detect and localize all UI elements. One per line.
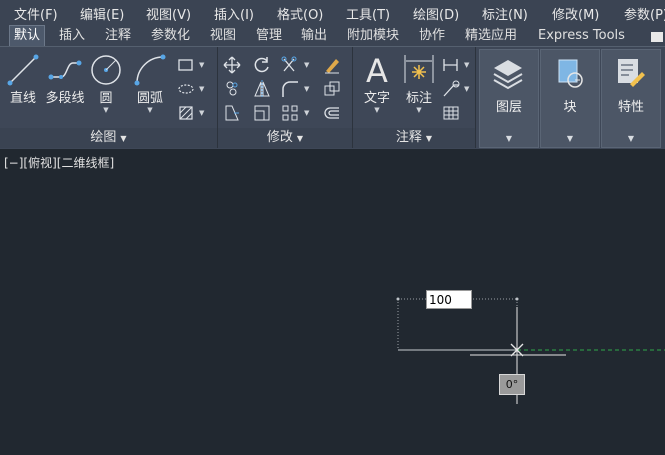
dimension-label: 标注	[405, 91, 432, 106]
rotate-icon[interactable]	[252, 55, 272, 75]
dimension-tick-right	[515, 297, 519, 301]
dynamic-input-angle-readout: 0°	[499, 374, 525, 395]
table-icon[interactable]	[441, 103, 461, 123]
properties-icon	[618, 59, 645, 87]
block-label: 块	[563, 100, 577, 115]
erase-icon[interactable]	[322, 55, 342, 75]
dimension-button[interactable]: 标注 ▼	[399, 51, 439, 114]
gradient-dropdown-icon[interactable]: ▼	[199, 109, 204, 117]
fillet-icon[interactable]	[280, 79, 300, 99]
draw-panel-title[interactable]: 绘图 ▼	[0, 128, 217, 148]
mirror-icon[interactable]	[252, 79, 272, 99]
block-icon	[558, 59, 583, 88]
text-icon: A	[366, 52, 388, 87]
copy-icon[interactable]	[222, 79, 242, 99]
properties-label: 特性	[617, 100, 644, 115]
stretch-icon[interactable]	[222, 103, 242, 123]
annotation-panel-title-text: 注释	[395, 130, 422, 145]
line-button[interactable]: 直线	[6, 51, 40, 106]
menu-parametric[interactable]: 参数(P)	[624, 4, 665, 23]
drawing-graphics	[396, 297, 665, 404]
trim-icon[interactable]	[280, 55, 300, 75]
rectangle-dropdown-icon[interactable]: ▼	[199, 61, 204, 69]
fillet-dropdown-icon[interactable]: ▼	[304, 85, 309, 93]
layers-dropdown-icon[interactable]: ▼	[480, 134, 538, 143]
tab-annotate[interactable]: 注释	[101, 26, 135, 46]
array-icon[interactable]	[280, 103, 300, 123]
menu-dimension[interactable]: 标注(N)	[482, 4, 528, 23]
menu-bar: 文件(F) 编辑(E) 视图(V) 插入(I) 格式(O) 工具(T) 绘图(D…	[0, 0, 665, 24]
polyline-label: 多段线	[45, 91, 85, 106]
block-dropdown-icon[interactable]: ▼	[541, 134, 599, 143]
tab-insert[interactable]: 插入	[55, 26, 89, 46]
layers-label: 图层	[495, 100, 522, 115]
gradient-icon[interactable]	[176, 103, 196, 123]
svg-text:A: A	[366, 52, 388, 87]
menu-modify[interactable]: 修改(M)	[552, 4, 599, 23]
leader-icon[interactable]	[441, 79, 461, 99]
text-label: 文字	[363, 91, 390, 106]
modify-panel: ▼ ▼ ▼ 修改 ▼	[218, 47, 353, 148]
text-button[interactable]: A 文字 ▼	[357, 51, 397, 114]
circle-button[interactable]: 圆 ▼	[89, 51, 123, 114]
circle-icon	[91, 55, 121, 85]
tab-express-tools[interactable]: Express Tools	[534, 26, 629, 46]
polyline-button[interactable]: 多段线	[42, 51, 88, 106]
linear-dimension-icon[interactable]	[441, 55, 461, 75]
ribbon-minimize-icon[interactable]	[651, 32, 663, 42]
menu-draw[interactable]: 绘图(D)	[413, 4, 459, 23]
dimension-tick-left	[396, 297, 400, 301]
menu-insert[interactable]: 插入(I)	[214, 4, 254, 23]
leader-dropdown-icon[interactable]: ▼	[464, 85, 469, 93]
arc-icon	[134, 54, 166, 86]
arc-label: 圆弧	[136, 91, 163, 106]
offset-icon[interactable]	[322, 103, 342, 123]
properties-button[interactable]: 特性 ▼	[601, 49, 661, 148]
explode-icon[interactable]	[322, 79, 342, 99]
menu-edit[interactable]: 编辑(E)	[80, 4, 124, 23]
tab-parametric[interactable]: 参数化	[147, 26, 194, 46]
menu-tools[interactable]: 工具(T)	[346, 4, 390, 23]
hatch-icon[interactable]	[176, 79, 196, 99]
linear-dimension-dropdown-icon[interactable]: ▼	[464, 61, 469, 69]
annotation-panel-title[interactable]: 注释 ▼	[353, 128, 475, 148]
draw-panel: 直线 多段线 圆 ▼ 圆弧 ▼ ▼ ▼ ▼ 绘图 ▼	[0, 47, 218, 148]
tab-view[interactable]: 视图	[206, 26, 240, 46]
trim-dropdown-icon[interactable]: ▼	[304, 61, 309, 69]
circle-label: 圆	[99, 91, 113, 106]
menu-format[interactable]: 格式(O)	[277, 4, 323, 23]
layers-button[interactable]: 图层 ▼	[479, 49, 539, 148]
draw-panel-title-text: 绘图	[90, 130, 117, 145]
scale-icon[interactable]	[252, 103, 272, 123]
layers-icon	[493, 60, 523, 90]
modify-panel-title-text: 修改	[266, 130, 293, 145]
ribbon-tab-bar: 默认 插入 注释 参数化 视图 管理 输出 附加模块 协作 精选应用 Expre…	[0, 24, 665, 46]
array-dropdown-icon[interactable]: ▼	[304, 109, 309, 117]
arc-button[interactable]: 圆弧 ▼	[132, 51, 168, 114]
move-icon[interactable]	[222, 55, 242, 75]
tab-collaborate[interactable]: 协作	[415, 26, 449, 46]
tab-manage[interactable]: 管理	[252, 26, 286, 46]
drawing-canvas[interactable]: [−][俯视][二维线框] 100 0°	[0, 149, 665, 455]
line-label: 直线	[9, 91, 36, 106]
dynamic-input-length-field[interactable]: 100	[426, 290, 472, 309]
tab-featured-apps[interactable]: 精选应用	[461, 26, 521, 46]
hatch-dropdown-icon[interactable]: ▼	[199, 85, 204, 93]
block-button[interactable]: 块 ▼	[540, 49, 600, 148]
tab-addins[interactable]: 附加模块	[343, 26, 403, 46]
modify-panel-title[interactable]: 修改 ▼	[218, 128, 352, 148]
properties-dropdown-icon[interactable]: ▼	[602, 134, 660, 143]
annotation-panel: A 文字 ▼ 标注 ▼ ▼ ▼ 注释 ▼	[353, 47, 476, 148]
menu-view[interactable]: 视图(V)	[146, 4, 191, 23]
polyline-icon	[48, 60, 82, 80]
tab-default[interactable]: 默认	[9, 25, 46, 46]
rectangle-icon[interactable]	[176, 55, 196, 75]
line-icon	[7, 54, 39, 86]
menu-file[interactable]: 文件(F)	[14, 4, 58, 23]
tab-output[interactable]: 输出	[297, 26, 331, 46]
ribbon: 直线 多段线 圆 ▼ 圆弧 ▼ ▼ ▼ ▼ 绘图 ▼ ▼ ▼ ▼ 修改 ▼ A …	[0, 46, 665, 150]
dimension-icon	[404, 55, 434, 83]
